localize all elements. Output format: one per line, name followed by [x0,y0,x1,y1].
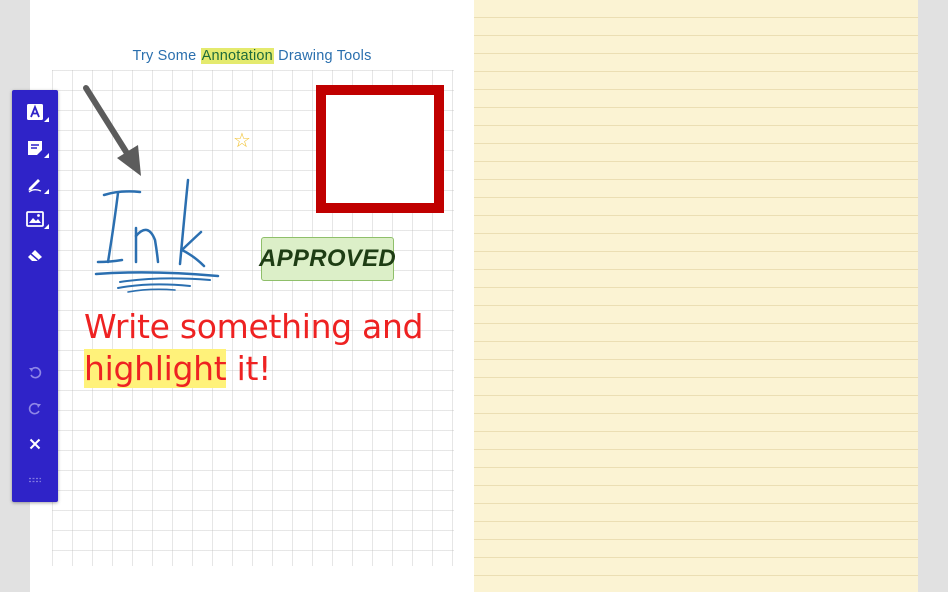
annotation-toolbar [12,90,58,502]
red-text-line2-rest: it! [226,349,272,388]
redo-icon [28,402,41,415]
pen-icon [28,179,42,193]
note-icon [28,141,42,155]
image-icon [26,211,44,227]
drag-handle-icon [29,477,41,483]
close-button[interactable] [12,428,58,460]
text-tool-submenu-indicator [44,117,49,122]
red-text-annotation[interactable]: Write something and highlight it! [84,306,424,390]
square-annotation[interactable] [316,85,444,213]
eraser-icon [28,250,42,261]
note-tool-button[interactable] [12,132,58,164]
star-icon[interactable]: ☆ [233,131,251,151]
eraser-tool-button[interactable] [12,239,58,271]
undo-button[interactable] [12,357,58,389]
image-tool-submenu-indicator [44,224,49,229]
text-tool-button[interactable] [12,96,58,128]
red-text-line1: Write something and [84,307,424,346]
ink-annotation[interactable] [94,178,220,293]
undo-icon [29,366,42,379]
note-tool-submenu-indicator [44,153,49,158]
redo-button[interactable] [12,393,58,425]
pen-tool-submenu-indicator [44,189,49,194]
red-text-line2: highlight it! [84,348,423,390]
approved-stamp[interactable]: APPROVED [259,237,396,281]
toolbar-drag-handle[interactable] [12,464,58,496]
image-tool-button[interactable] [12,203,58,235]
pen-tool-button[interactable] [12,168,58,200]
text-tool-icon [27,104,43,120]
close-icon [29,438,41,450]
highlighted-word[interactable]: highlight [84,349,227,388]
annotation-canvas [83,85,444,293]
arrow-annotation[interactable] [83,85,141,176]
